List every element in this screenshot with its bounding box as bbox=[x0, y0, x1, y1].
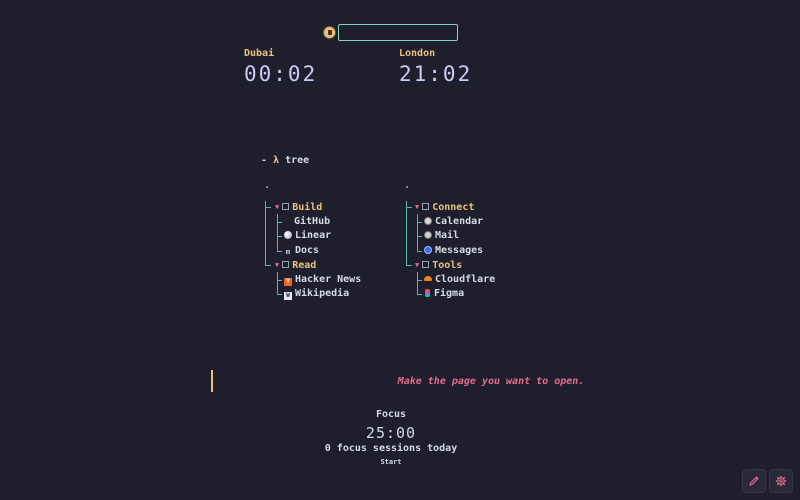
lambda-icon: λ bbox=[273, 155, 280, 166]
link-github[interactable]: GitHub bbox=[294, 216, 330, 228]
link-label: Figma bbox=[434, 288, 465, 299]
link-label: Docs bbox=[295, 245, 320, 256]
link-label: Mail bbox=[435, 230, 460, 241]
link-label: Calendar bbox=[435, 216, 484, 227]
tree-folder-tools[interactable]: ▼ Tools bbox=[415, 259, 462, 271]
folder-icon bbox=[282, 203, 290, 210]
focus-timer: 25:00 bbox=[365, 424, 417, 442]
folder-label: Build bbox=[292, 202, 323, 213]
link-label: Messages bbox=[435, 245, 484, 256]
clock-time-dubai: 00:02 bbox=[244, 62, 318, 86]
focus-sessions-count: 0 focus sessions today bbox=[324, 443, 458, 454]
link-messages[interactable]: Messages bbox=[424, 245, 483, 257]
tree-folder-connect[interactable]: ▼ Connect bbox=[415, 201, 474, 213]
tree-command: - λ tree bbox=[261, 155, 309, 166]
hacker-news-icon: Y bbox=[284, 278, 292, 286]
link-label: Cloudflare bbox=[435, 274, 496, 285]
focus-start-label: Start bbox=[380, 458, 402, 466]
gear-icon bbox=[775, 475, 787, 487]
expand-triangle-icon: ▼ bbox=[275, 261, 280, 269]
docs-icon: m bbox=[285, 248, 291, 256]
folder-label: Connect bbox=[432, 202, 475, 213]
linear-icon bbox=[284, 231, 292, 239]
link-label: Hacker News bbox=[295, 274, 362, 285]
figma-icon bbox=[425, 289, 430, 297]
focus-title: Focus bbox=[375, 409, 407, 420]
clock-city-dubai: Dubai bbox=[244, 48, 275, 59]
tree-folder-build[interactable]: ▼ Build bbox=[275, 201, 322, 213]
folder-icon bbox=[422, 203, 430, 210]
focus-start-button[interactable]: Start bbox=[0, 458, 782, 466]
tree-prompt: - bbox=[261, 155, 268, 166]
link-wikipedia[interactable]: W Wikipedia bbox=[284, 288, 349, 300]
calendar-icon bbox=[424, 217, 432, 225]
tree-root-marker: . bbox=[404, 180, 411, 191]
link-mail[interactable]: Mail bbox=[424, 230, 459, 242]
link-label: Linear bbox=[295, 230, 332, 241]
wikipedia-icon: W bbox=[284, 292, 292, 300]
messages-icon bbox=[424, 246, 432, 254]
clock-city-london: London bbox=[399, 48, 436, 59]
folder-label: Tools bbox=[432, 260, 463, 271]
search-icon bbox=[323, 26, 336, 39]
link-linear[interactable]: Linear bbox=[284, 230, 331, 242]
edit-button[interactable] bbox=[742, 469, 766, 493]
tree-root-marker: . bbox=[264, 180, 271, 191]
folder-icon bbox=[282, 261, 290, 268]
intention-message: Make the page you want to open. bbox=[397, 376, 585, 387]
link-label: Wikipedia bbox=[295, 288, 350, 299]
tree-folder-read[interactable]: ▼ Read bbox=[275, 259, 316, 271]
expand-triangle-icon: ▼ bbox=[275, 203, 280, 211]
clock-time-london: 21:02 bbox=[399, 62, 473, 86]
link-docs[interactable]: m Docs bbox=[284, 245, 319, 257]
search-input[interactable] bbox=[338, 24, 458, 41]
folder-label: Read bbox=[292, 260, 317, 271]
expand-triangle-icon: ▼ bbox=[415, 261, 420, 269]
pencil-icon bbox=[749, 476, 759, 486]
folder-icon bbox=[422, 261, 430, 268]
tree-command-text: tree bbox=[285, 155, 310, 166]
expand-triangle-icon: ▼ bbox=[415, 203, 420, 211]
settings-button[interactable] bbox=[769, 469, 793, 493]
link-figma[interactable]: Figma bbox=[424, 288, 464, 300]
cloudflare-icon bbox=[424, 276, 432, 281]
link-cloudflare[interactable]: Cloudflare bbox=[424, 274, 495, 286]
link-calendar[interactable]: Calendar bbox=[424, 216, 483, 228]
link-label: GitHub bbox=[294, 216, 331, 227]
link-hacker-news[interactable]: Y Hacker News bbox=[284, 274, 361, 286]
mail-icon bbox=[424, 231, 432, 239]
